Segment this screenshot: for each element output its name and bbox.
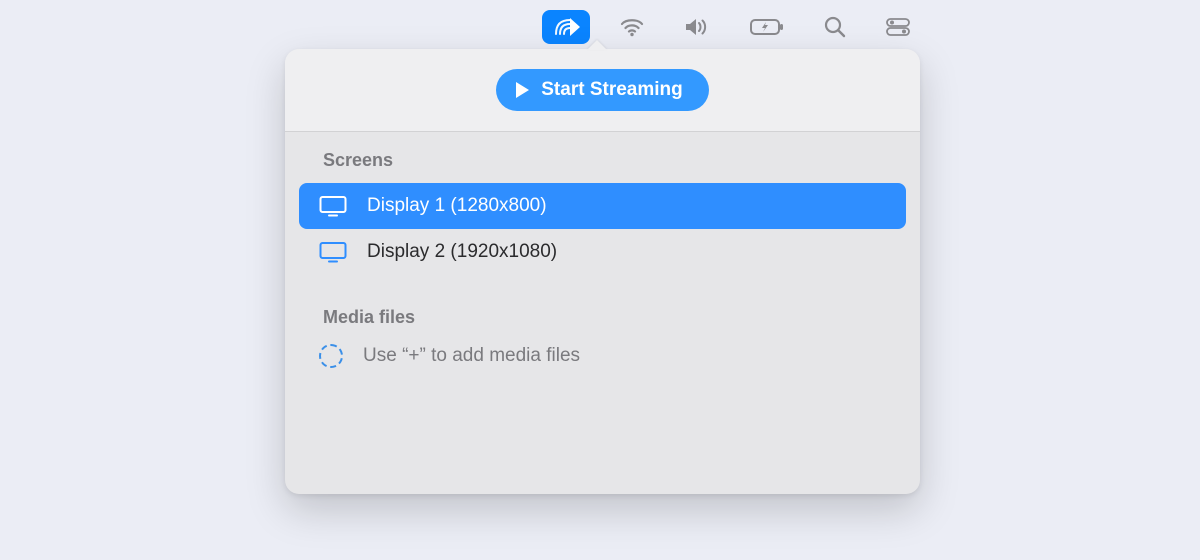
screens-section-header: Screens [285,132,920,177]
battery-icon[interactable] [740,12,794,42]
menubar [542,10,920,44]
monitor-icon [319,241,347,263]
screens-title: Screens [323,150,902,171]
popover-arrow [587,40,607,50]
search-icon[interactable] [814,10,856,44]
screen-label: Display 1 (1280x800) [367,195,886,217]
control-center-icon[interactable] [876,12,920,42]
popover-body: Start Streaming Screens Display 1 (1280x… [285,49,920,494]
streaming-popover: Start Streaming Screens Display 1 (1280x… [285,49,920,494]
play-icon [516,82,529,98]
popover-spacer [285,404,920,494]
popover-header: Start Streaming [285,49,920,132]
wifi-icon[interactable] [610,11,654,43]
screens-list: Display 1 (1280x800) Display 2 (1920x108… [285,177,920,289]
screen-item-display-2[interactable]: Display 2 (1920x1080) [299,229,906,275]
start-streaming-button[interactable]: Start Streaming [496,69,708,111]
menubar-streaming-icon[interactable] [542,10,590,44]
media-files-hint: Use “+” to add media files [363,345,580,367]
add-placeholder-icon [319,344,343,368]
volume-icon[interactable] [674,11,720,43]
screen-label: Display 2 (1920x1080) [367,241,886,263]
screen-item-display-1[interactable]: Display 1 (1280x800) [299,183,906,229]
media-files-empty-row: Use “+” to add media files [285,334,920,404]
start-streaming-label: Start Streaming [541,79,682,101]
media-files-section-header: Media files [285,289,920,334]
monitor-icon [319,195,347,217]
media-files-title: Media files [323,307,902,328]
